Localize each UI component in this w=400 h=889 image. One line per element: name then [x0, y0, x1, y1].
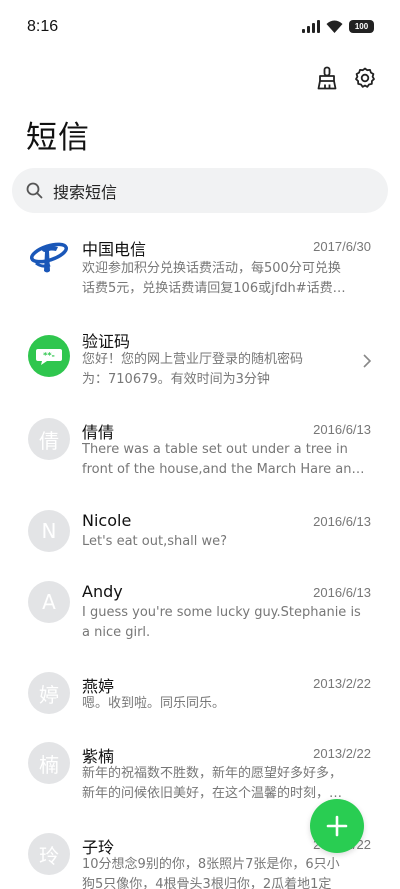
avatar: N	[28, 510, 70, 552]
conversation-date: 2013/2/22	[313, 746, 371, 761]
conversation-preview-line1: I guess you're some lucky guy.Stephanie …	[82, 605, 361, 620]
wifi-icon	[326, 20, 343, 33]
clean-brush-button[interactable]	[314, 64, 340, 92]
new-message-button[interactable]	[310, 799, 364, 853]
header-actions	[314, 64, 378, 92]
conversation-preview-line2: 狗5只像你，4根骨头3根归你，2瓜着地1定	[82, 877, 332, 889]
conversation-date: 2016/6/13	[313, 514, 371, 529]
conversation-item[interactable]: 婷 燕婷 2013/2/22 嗯。收到啦。同乐同乐。	[0, 672, 400, 752]
battery-icon: 100	[349, 20, 374, 33]
page-title: 短信	[26, 120, 90, 156]
status-icons: 100	[302, 20, 374, 33]
conversation-preview-line1: There was a table set out under a tree i…	[82, 442, 348, 457]
avatar: **-	[28, 335, 70, 377]
signal-icon	[302, 20, 320, 33]
conversation-preview-line2: 为：710679。有效时间为3分钟	[82, 372, 270, 387]
conversation-preview-line2: front of the house,and the March Hare an…	[82, 462, 365, 477]
conversation-preview-line1: 新年的祝福数不胜数，新年的愿望好多好多，	[82, 766, 343, 781]
conversation-item[interactable]: A Andy 2016/6/13 I guess you're some luc…	[0, 581, 400, 661]
plus-icon	[326, 815, 348, 837]
verification-code-icon: **-	[36, 349, 62, 365]
conversation-date: 2016/6/13	[313, 585, 371, 600]
conversation-item[interactable]: **- 验证码 您好！您的网上营业厅登录的随机密码 为：710679。有效时间为…	[0, 326, 400, 406]
conversation-name: Nicole	[82, 511, 132, 530]
chevron-right-icon[interactable]	[362, 353, 372, 369]
conversation-preview-line1: 10分想念9别的你，8张照片7张是你，6只小	[82, 857, 340, 872]
svg-text:**-: **-	[43, 351, 55, 360]
conversation-date: 2017/6/30	[313, 239, 371, 254]
conversation-preview-line1: Let's eat out,shall we?	[82, 534, 228, 549]
status-time: 8:16	[27, 18, 59, 35]
conversation-item[interactable]: N Nicole 2016/6/13 Let's eat out,shall w…	[0, 510, 400, 590]
avatar: A	[28, 581, 70, 623]
avatar: 婷	[28, 672, 70, 714]
avatar: 楠	[28, 742, 70, 784]
clean-brush-icon	[317, 66, 337, 90]
search-bar[interactable]: 搜索短信	[12, 168, 388, 213]
conversation-name: Andy	[82, 582, 123, 601]
conversation-date: 2016/6/13	[313, 422, 371, 437]
avatar: 倩	[28, 418, 70, 460]
conversation-preview-line1: 嗯。收到啦。同乐同乐。	[82, 696, 226, 711]
conversation-preview-line1: 欢迎参加积分兑换话费活动，每500分可兑换	[82, 261, 341, 276]
settings-gear-icon	[355, 67, 375, 88]
avatar: 玲	[28, 833, 70, 875]
search-placeholder: 搜索短信	[53, 182, 118, 202]
avatar	[28, 237, 70, 279]
conversation-name: 中国电信	[82, 240, 147, 259]
status-bar: 8:16 100	[0, 0, 400, 56]
conversation-date: 2013/2/22	[313, 676, 371, 691]
settings-button[interactable]	[352, 64, 378, 92]
conversation-preview-line2: 话费5元，兑换话费请回复106或jfdh#话费…	[82, 281, 346, 296]
conversation-name: 验证码	[82, 332, 131, 351]
conversation-item[interactable]: 中国电信 2017/6/30 欢迎参加积分兑换话费活动，每500分可兑换 话费5…	[0, 235, 400, 315]
conversation-preview-line2: a nice girl.	[82, 625, 151, 640]
conversation-preview-line1: 您好！您的网上营业厅登录的随机密码	[82, 352, 304, 367]
search-icon	[26, 182, 43, 199]
conversation-item[interactable]: 倩 倩倩 2016/6/13 There was a table set out…	[0, 418, 400, 498]
telecom-logo	[28, 237, 70, 279]
